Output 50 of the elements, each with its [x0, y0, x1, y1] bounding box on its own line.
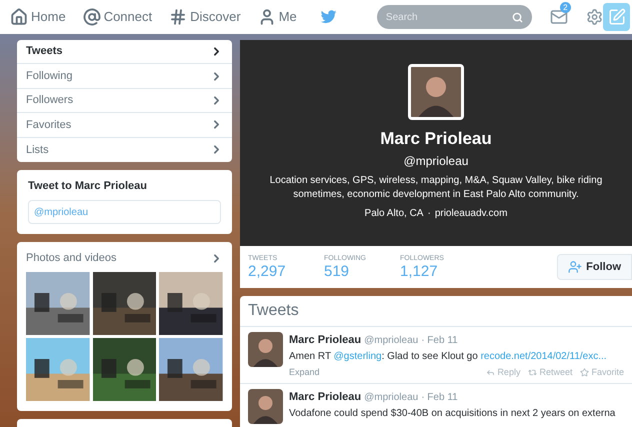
- avatar: [248, 389, 283, 424]
- sidebar-item[interactable]: Tweets: [17, 40, 232, 64]
- hash-icon: [169, 8, 188, 26]
- nav-link[interactable]: Me: [258, 7, 297, 27]
- at-sign-icon: [82, 8, 101, 26]
- follow-button[interactable]: Follow: [557, 254, 632, 280]
- notification-badge: 2: [560, 2, 571, 13]
- mention-link[interactable]: @gsterling: [334, 350, 382, 362]
- retweet-icon: [528, 368, 538, 377]
- profile-bio: Location services, GPS, wireless, mapping, M&A, Squaw Valley, bike riding sometimes, economic development in East Palo Alto community.: [268, 174, 604, 202]
- sidebar-item[interactable]: Favorites: [17, 113, 232, 138]
- tweet-handle: @mprioleau: [364, 391, 418, 405]
- avatar: [408, 64, 464, 120]
- profile-location: Palo Alto, CA: [364, 206, 424, 220]
- tweet-author[interactable]: Marc Prioleau: [289, 332, 362, 348]
- expand-link[interactable]: Expand: [289, 366, 320, 379]
- photos-title: Photos and videos: [26, 251, 117, 266]
- tweet-date: · Feb 11: [421, 391, 458, 405]
- profile-handle: @mprioleau: [404, 152, 468, 170]
- settings-icon[interactable]: [586, 8, 604, 26]
- tweet-text: Amen RT @gsterling: Glad to see Klout go recode.net/2014/02/11/exc...: [289, 350, 608, 364]
- tweet-handle: @mprioleau: [364, 334, 418, 348]
- reply-icon: [486, 368, 496, 377]
- profile-url[interactable]: prioleauadv.com: [434, 206, 508, 220]
- timeline-title: Tweets: [240, 296, 632, 327]
- nav-link[interactable]: Home: [10, 7, 66, 27]
- bird-logo[interactable]: [320, 8, 337, 26]
- nav-link[interactable]: Discover: [169, 7, 241, 27]
- separator-dot: ·: [427, 206, 431, 220]
- search-icon: [512, 12, 524, 22]
- tweet-to-title: Tweet to Marc Prioleau: [28, 178, 148, 194]
- search-field[interactable]: Search: [376, 5, 532, 29]
- home-icon: [10, 8, 28, 26]
- sidebar-item[interactable]: Followers: [17, 88, 232, 114]
- tweet-author[interactable]: Marc Prioleau: [289, 389, 362, 406]
- compose-button[interactable]: [603, 3, 630, 31]
- tweet-date: · Feb 11: [421, 334, 458, 348]
- tweet-text: Vodafone could spend $30-40B on acquisitions in next 2 years on externa: [289, 406, 616, 420]
- add-user-icon: [568, 260, 582, 274]
- messages-icon[interactable]: [550, 8, 568, 26]
- star-icon: [580, 368, 590, 377]
- search-input[interactable]: Search: [386, 10, 512, 24]
- sidebar-item[interactable]: Following: [17, 64, 232, 89]
- tweet-input-field[interactable]: @mprioleau: [28, 200, 221, 224]
- nav-link[interactable]: Connect: [82, 7, 152, 27]
- avatar: [248, 332, 283, 367]
- compose-icon: [608, 8, 626, 26]
- sidebar-item[interactable]: Lists: [17, 138, 232, 162]
- url-link[interactable]: recode.net/2014/02/11/exc...: [480, 350, 607, 362]
- profile-name: Marc Prioleau: [380, 128, 492, 150]
